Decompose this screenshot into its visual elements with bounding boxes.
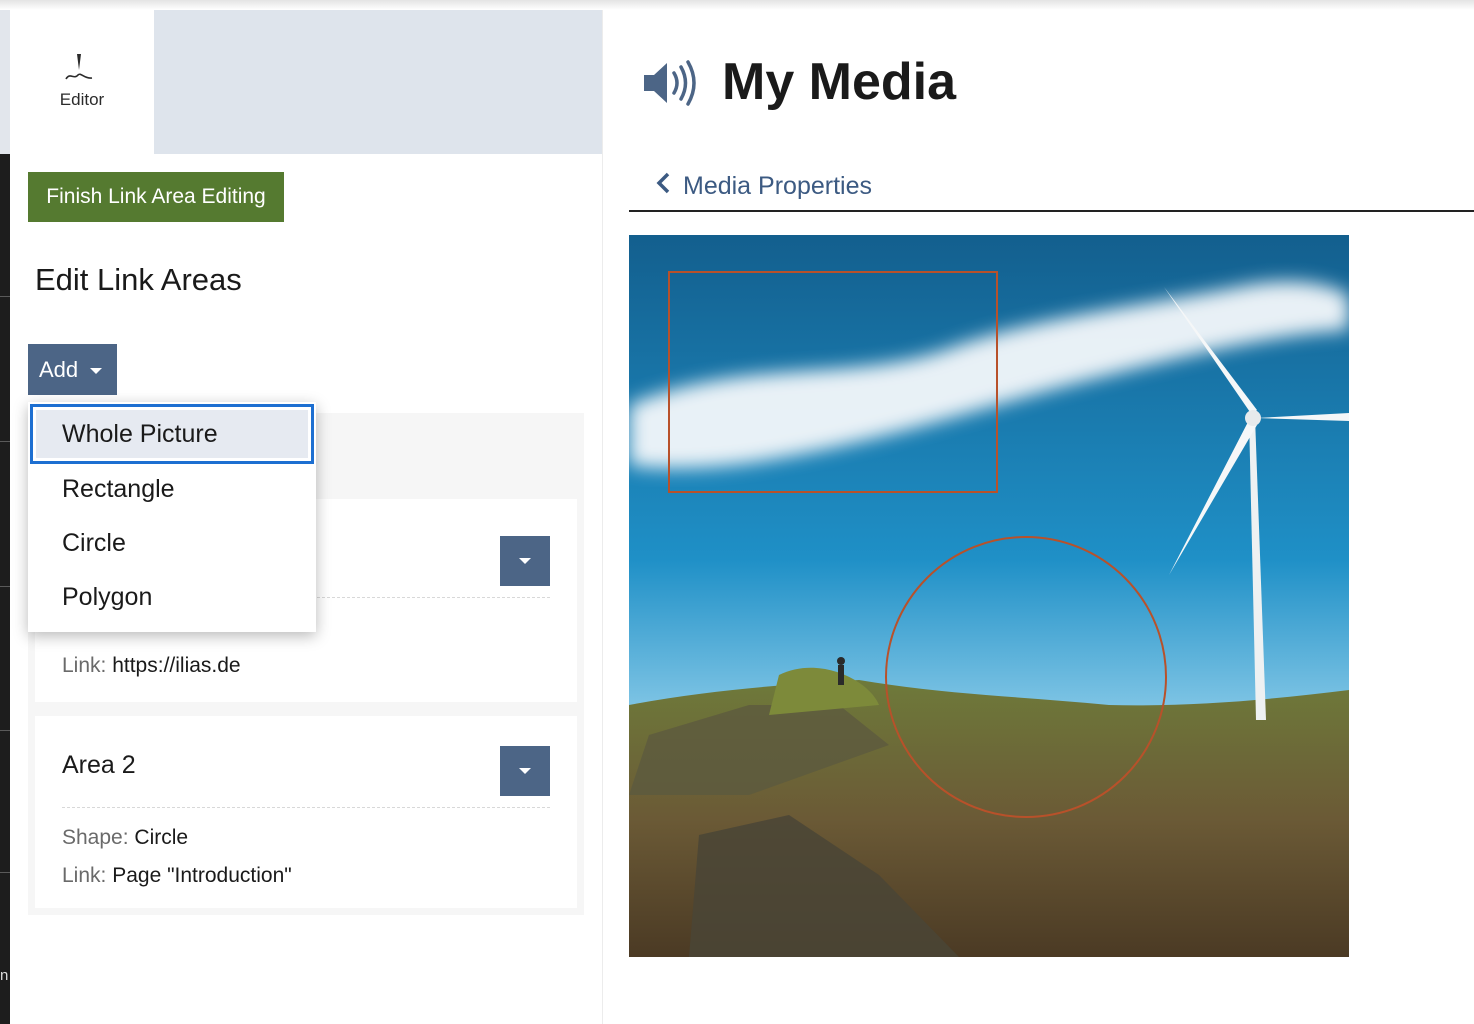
chevron-left-icon [655, 172, 671, 201]
mainbar-divider [0, 872, 10, 873]
area-actions-button[interactable] [500, 746, 550, 796]
menu-item-whole-picture[interactable]: Whole Picture [30, 404, 314, 464]
link-key: Link: [62, 864, 107, 887]
menu-item-circle[interactable]: Circle [28, 516, 316, 570]
menu-item-label: Rectangle [62, 475, 175, 503]
edit-link-areas-heading: Edit Link Areas [35, 262, 242, 297]
area-card: Area 2 Shape: Circle Link: Page "Introdu… [35, 716, 577, 908]
area-link: Link: https://ilias.de [62, 654, 241, 678]
card-divider [62, 807, 550, 808]
title-divider [629, 210, 1474, 212]
person-head [837, 657, 845, 665]
add-area-menu: Whole Picture Rectangle Circle Polygon [28, 402, 316, 632]
mainbar-label-fragment: n [0, 967, 9, 984]
area-shape: Shape: Circle [62, 826, 188, 850]
caret-down-icon [90, 368, 103, 375]
finish-link-area-editing-button[interactable]: Finish Link Area Editing [28, 172, 284, 222]
person-figure [838, 665, 844, 685]
top-shadow [0, 0, 1474, 10]
mainbar-divider [0, 441, 10, 442]
turbine-hub [1245, 410, 1261, 426]
shape-value: Circle [134, 826, 189, 849]
tab-editor-label: Editor [59, 90, 105, 109]
mainbar-divider [0, 730, 10, 731]
caret-down-icon [519, 768, 531, 774]
link-value: Page "Introduction" [112, 864, 292, 887]
menu-item-label: Whole Picture [62, 420, 218, 448]
area-title: Area 2 [62, 751, 136, 779]
add-area-button[interactable]: Add [28, 344, 117, 395]
menu-item-polygon[interactable]: Polygon [28, 570, 316, 624]
speaker-icon [644, 60, 696, 106]
mainbar-top [0, 10, 10, 154]
page-title: My Media [722, 53, 957, 111]
link-value: https://ilias.de [112, 654, 241, 677]
link-key: Link: [62, 654, 107, 677]
caret-down-icon [519, 558, 531, 564]
area-link: Link: Page "Introduction" [62, 864, 292, 888]
back-link-label: Media Properties [683, 172, 872, 200]
add-button-label: Add [39, 357, 79, 382]
media-image[interactable] [629, 235, 1349, 957]
mainbar-divider [0, 586, 10, 587]
slate-tab-bar: Editor [10, 10, 602, 154]
area-actions-button[interactable] [500, 536, 550, 586]
menu-item-label: Polygon [62, 583, 153, 611]
tab-editor[interactable]: Editor [10, 10, 154, 154]
menu-item-label: Circle [62, 529, 126, 557]
mainbar: n [0, 154, 10, 1024]
menu-item-rectangle[interactable]: Rectangle [28, 462, 316, 516]
pen-icon [65, 54, 93, 80]
media-properties-back-link[interactable]: Media Properties [655, 172, 872, 201]
shape-key: Shape: [62, 826, 129, 849]
mainbar-divider [0, 296, 10, 297]
